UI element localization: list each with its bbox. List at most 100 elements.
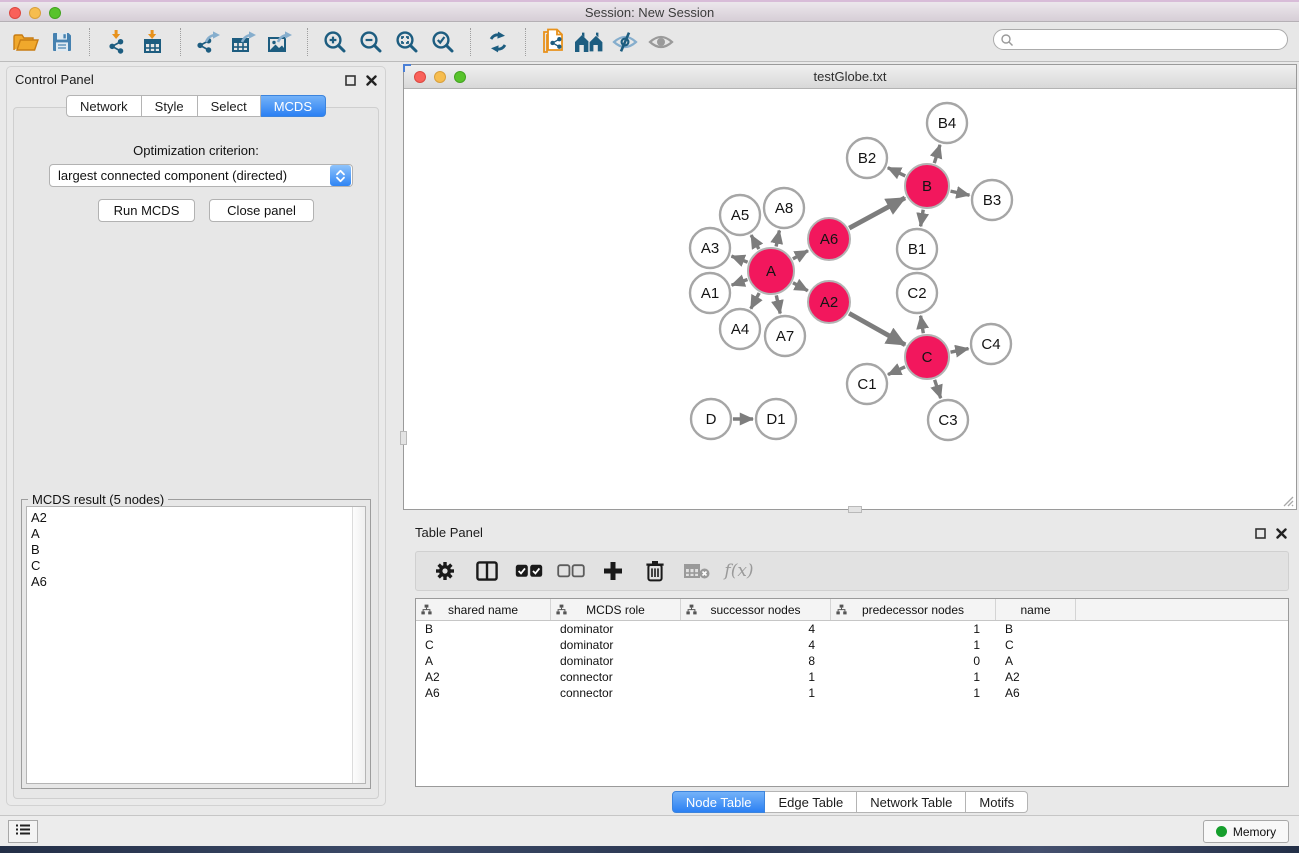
edge-A-A4[interactable] (751, 293, 759, 309)
column-header-predecessor-nodes[interactable]: predecessor nodes (831, 599, 996, 620)
table-cell[interactable]: 4 (681, 622, 831, 636)
table-cell[interactable]: dominator (551, 622, 681, 636)
table-row[interactable]: A2connector11A2 (416, 669, 1288, 685)
table-cell[interactable]: A (996, 654, 1076, 668)
table-cell[interactable]: 1 (681, 686, 831, 700)
show-eye-button[interactable] (643, 25, 679, 59)
node-C[interactable]: C (905, 335, 949, 379)
zoom-in-button[interactable] (317, 25, 353, 59)
hide-eye-button[interactable] (607, 25, 643, 59)
select-all-columns-button[interactable] (510, 554, 548, 588)
table-row[interactable]: Bdominator41B (416, 621, 1288, 637)
tab-network[interactable]: Network (66, 95, 142, 117)
table-cell[interactable]: 1 (831, 638, 996, 652)
node-C1[interactable]: C1 (847, 364, 887, 404)
edge-B-B4[interactable] (934, 145, 940, 163)
refresh-layout-button[interactable] (480, 25, 516, 59)
node-A3[interactable]: A3 (690, 228, 730, 268)
node-A6[interactable]: A6 (808, 218, 850, 260)
node-B2[interactable]: B2 (847, 138, 887, 178)
table-cell[interactable]: 1 (831, 686, 996, 700)
table-cell[interactable]: B (416, 622, 551, 636)
node-A1[interactable]: A1 (690, 273, 730, 313)
mcds-result-item[interactable]: A2 (31, 510, 47, 526)
column-header-shared-name[interactable]: shared name (416, 599, 551, 620)
tab-edge-table[interactable]: Edge Table (765, 791, 857, 813)
clone-network-button[interactable] (535, 25, 571, 59)
mcds-result-item[interactable]: C (31, 558, 47, 574)
node-A8[interactable]: A8 (764, 188, 804, 228)
export-image-button[interactable] (262, 25, 298, 59)
export-table-button[interactable] (226, 25, 262, 59)
table-cell[interactable]: A (416, 654, 551, 668)
node-C2[interactable]: C2 (897, 273, 937, 313)
splitter-handle-left[interactable] (400, 431, 407, 445)
table-cell[interactable]: 0 (831, 654, 996, 668)
node-B3[interactable]: B3 (972, 180, 1012, 220)
node-B[interactable]: B (905, 164, 949, 208)
export-network-button[interactable] (190, 25, 226, 59)
run-mcds-button[interactable]: Run MCDS (98, 199, 195, 222)
tab-motifs[interactable]: Motifs (966, 791, 1028, 813)
edge-C-C1[interactable] (888, 367, 905, 375)
search-field[interactable] (993, 29, 1288, 50)
table-cell[interactable]: 1 (681, 670, 831, 684)
column-header-successor-nodes[interactable]: successor nodes (681, 599, 831, 620)
table-cell[interactable]: 8 (681, 654, 831, 668)
delete-column-button[interactable] (636, 554, 674, 588)
node-A2[interactable]: A2 (808, 281, 850, 323)
edge-A-A1[interactable] (732, 280, 748, 286)
edge-A2-C[interactable] (849, 313, 905, 345)
edge-B-B3[interactable] (951, 191, 970, 195)
zoom-fit-button[interactable] (389, 25, 425, 59)
search-input[interactable] (1014, 32, 1287, 48)
table-cell[interactable]: B (996, 622, 1076, 636)
edge-C-C3[interactable] (935, 380, 941, 398)
node-A4[interactable]: A4 (720, 309, 760, 349)
edge-C-C2[interactable] (921, 316, 924, 334)
column-header-name[interactable]: name (996, 599, 1076, 620)
splitter-handle-bottom[interactable] (848, 506, 862, 513)
table-row[interactable]: A6connector11A6 (416, 685, 1288, 701)
close-panel-icon[interactable] (366, 73, 377, 91)
node-D1[interactable]: D1 (756, 399, 796, 439)
tab-select[interactable]: Select (198, 95, 261, 117)
table-cell[interactable]: 1 (831, 622, 996, 636)
edge-A-A5[interactable] (751, 235, 759, 249)
zoom-out-button[interactable] (353, 25, 389, 59)
tab-style[interactable]: Style (142, 95, 198, 117)
import-network-button[interactable] (99, 25, 135, 59)
edge-A-A7[interactable] (776, 295, 780, 313)
mcds-result-list[interactable]: A2ABCA6 (26, 506, 366, 784)
tab-node-table[interactable]: Node Table (672, 791, 766, 813)
zoom-selected-button[interactable] (425, 25, 461, 59)
edge-B-B2[interactable] (888, 168, 906, 176)
float-panel-icon[interactable] (345, 73, 356, 91)
table-cell[interactable]: dominator (551, 654, 681, 668)
close-panel-button[interactable]: Close panel (209, 199, 314, 222)
table-cell[interactable]: connector (551, 670, 681, 684)
float-table-panel-icon[interactable] (1255, 526, 1266, 544)
node-C3[interactable]: C3 (928, 400, 968, 440)
column-header-MCDS-role[interactable]: MCDS role (551, 599, 681, 620)
deselect-all-columns-button[interactable] (552, 554, 590, 588)
mcds-result-item[interactable]: A (31, 526, 47, 542)
edge-B-B1[interactable] (921, 210, 924, 227)
node-B4[interactable]: B4 (927, 103, 967, 143)
resize-grip-icon[interactable] (1281, 494, 1294, 507)
settings-gear-button[interactable] (426, 554, 464, 588)
table-cell[interactable]: C (996, 638, 1076, 652)
close-table-panel-icon[interactable] (1276, 526, 1287, 544)
table-cell[interactable]: A6 (996, 686, 1076, 700)
table-cell[interactable]: A6 (416, 686, 551, 700)
table-cell[interactable]: dominator (551, 638, 681, 652)
node-A7[interactable]: A7 (765, 316, 805, 356)
task-history-button[interactable] (8, 820, 38, 843)
table-cell[interactable]: 1 (831, 670, 996, 684)
edge-C-C4[interactable] (951, 349, 969, 353)
tab-network-table[interactable]: Network Table (857, 791, 966, 813)
table-cell[interactable]: C (416, 638, 551, 652)
mcds-result-item[interactable]: B (31, 542, 47, 558)
table-columns-button[interactable] (468, 554, 506, 588)
table-row[interactable]: Cdominator41C (416, 637, 1288, 653)
